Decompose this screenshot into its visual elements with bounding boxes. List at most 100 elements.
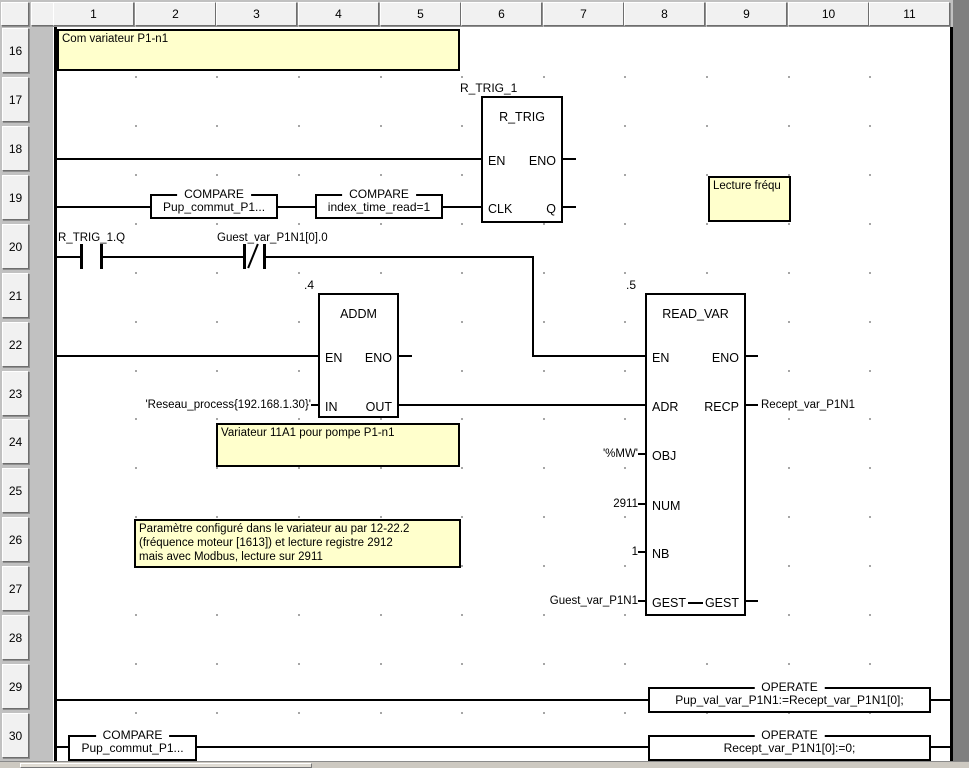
comment-parametre[interactable]: Paramètre configuré dans le variateur au…	[134, 519, 461, 568]
readvar-pin-gest: GEST	[652, 595, 686, 611]
grid-dot	[461, 516, 463, 518]
wire-gest-out-stub	[744, 600, 758, 602]
wire-row30-b[interactable]	[197, 746, 648, 748]
row-header-27[interactable]: 27	[2, 566, 29, 611]
row-header-18[interactable]: 18	[2, 126, 29, 171]
grid-dot	[869, 370, 871, 372]
wire-to-addm-en[interactable]	[57, 355, 318, 357]
column-header-3[interactable]: 3	[216, 2, 297, 26]
addm-block[interactable]: ADDM EN ENO IN OUT	[318, 293, 399, 418]
column-header-10[interactable]: 10	[788, 2, 869, 26]
corner-cell-1[interactable]	[1, 2, 29, 26]
wire-row20-a[interactable]	[57, 256, 80, 258]
column-header-9[interactable]: 9	[706, 2, 787, 26]
column-header-5[interactable]: 5	[380, 2, 461, 26]
grid-dot	[624, 516, 626, 518]
wire-en-rtrig[interactable]	[57, 158, 481, 160]
wire-row19-a[interactable]	[57, 206, 150, 208]
comment-network[interactable]: Com variateur P1-n1	[57, 29, 460, 71]
readvar-block[interactable]: READ_VAR EN ENO ADR RECP OBJ NUM NB GEST…	[645, 293, 746, 616]
horizontal-scrollbar-thumb[interactable]	[20, 763, 312, 768]
grid-dot	[869, 516, 871, 518]
contact-1-open-contact[interactable]	[80, 244, 83, 269]
row-header-25[interactable]: 25	[2, 468, 29, 513]
compare-block-2[interactable]: COMPARE index_time_read=1	[315, 194, 443, 219]
row-header-20[interactable]: 20	[2, 224, 29, 269]
grid-dot	[380, 418, 382, 420]
grid-dot	[788, 223, 790, 225]
row-header-19[interactable]: 19	[2, 175, 29, 220]
grid-dot	[135, 125, 137, 127]
row-header-28[interactable]: 28	[2, 615, 29, 660]
wire-vertical-to-readvar[interactable]	[532, 256, 534, 357]
grid-dot	[380, 663, 382, 665]
grid-dot	[624, 174, 626, 176]
grid-dot	[380, 614, 382, 616]
column-header-4[interactable]: 4	[298, 2, 379, 26]
column-header-8[interactable]: 8	[624, 2, 705, 26]
grid-dot	[624, 272, 626, 274]
wire-gest-dash	[638, 600, 645, 602]
grid-dot	[624, 223, 626, 225]
grid-dot	[543, 272, 545, 274]
comment-lecture[interactable]: Lecture fréqu	[708, 176, 791, 222]
grid-dot	[869, 223, 871, 225]
contact-2-closed-contact[interactable]	[243, 244, 246, 269]
readvar-gest-link	[688, 602, 703, 604]
operate-block-2[interactable]: OPERATE Recept_var_P1N1[0]:=0;	[648, 735, 931, 761]
grid-dot	[869, 614, 871, 616]
grid-dot	[543, 76, 545, 78]
comment-variateur[interactable]: Variateur 11A1 pour pompe P1-n1	[216, 423, 460, 467]
column-header-2[interactable]: 2	[135, 2, 216, 26]
wire-row19-c[interactable]	[443, 206, 481, 208]
grid-dot	[788, 565, 790, 567]
column-header-1[interactable]: 1	[53, 2, 134, 26]
compare-2-expression: index_time_read=1	[317, 200, 441, 214]
row-header-29[interactable]: 29	[2, 664, 29, 709]
wire-row30-right	[931, 746, 951, 748]
compare-block-3[interactable]: COMPARE Pup_commut_P1...	[68, 735, 197, 761]
row-header-17[interactable]: 17	[2, 77, 29, 122]
row-header-23[interactable]: 23	[2, 371, 29, 416]
wire-row29[interactable]	[57, 699, 648, 701]
row-header-16[interactable]: 16	[2, 28, 29, 73]
corner-cell-2[interactable]	[31, 2, 54, 26]
wire-row20-b[interactable]	[103, 256, 243, 258]
column-header-6[interactable]: 6	[461, 2, 542, 26]
row-header-30[interactable]: 30	[2, 713, 29, 758]
wire-recp-stub-readvar	[744, 404, 758, 406]
grid-dot	[624, 321, 626, 323]
grid-dot	[298, 125, 300, 127]
grid-dot	[380, 516, 382, 518]
addm-in-operand[interactable]: 'Reseau_process{192.168.1.30}'	[100, 397, 311, 413]
addm-type-label: ADDM	[320, 307, 397, 321]
row-header-22[interactable]: 22	[2, 322, 29, 367]
rtrig-type-label: R_TRIG	[483, 110, 561, 124]
wire-row19-b[interactable]	[278, 206, 315, 208]
grid-dot	[298, 712, 300, 714]
column-header-7[interactable]: 7	[543, 2, 624, 26]
grid-dot	[869, 125, 871, 127]
wire-addm-out-to-adr[interactable]	[399, 404, 645, 406]
grid-dot	[298, 516, 300, 518]
horizontal-scrollbar[interactable]	[0, 761, 969, 768]
column-header-11[interactable]: 11	[869, 2, 950, 26]
row-header-24[interactable]: 24	[2, 419, 29, 464]
readvar-pin-num: NUM	[652, 498, 680, 514]
operate-block-1[interactable]: OPERATE Pup_val_var_P1N1:=Recept_var_P1N…	[648, 687, 931, 713]
grid-dot	[461, 663, 463, 665]
readvar-gest-operand[interactable]: Guest_var_P1N1	[438, 593, 638, 609]
wire-to-readvar-en[interactable]	[532, 355, 645, 357]
readvar-recp-operand[interactable]: Recept_var_P1N1	[761, 397, 855, 413]
grid-dot	[461, 565, 463, 567]
row-header-26[interactable]: 26	[2, 517, 29, 562]
compare-block-1[interactable]: COMPARE Pup_commut_P1...	[150, 194, 278, 219]
readvar-num-operand[interactable]: 2911	[438, 496, 638, 512]
rtrig-block[interactable]: R_TRIG EN ENO CLK Q	[481, 96, 563, 223]
wire-row30-a[interactable]	[57, 746, 68, 748]
wire-row20-c[interactable]	[266, 256, 532, 258]
readvar-nb-operand[interactable]: 1	[438, 544, 638, 560]
row-header-21[interactable]: 21	[2, 273, 29, 318]
readvar-obj-operand[interactable]: '%MW'	[438, 446, 638, 462]
readvar-type-label: READ_VAR	[647, 307, 744, 321]
